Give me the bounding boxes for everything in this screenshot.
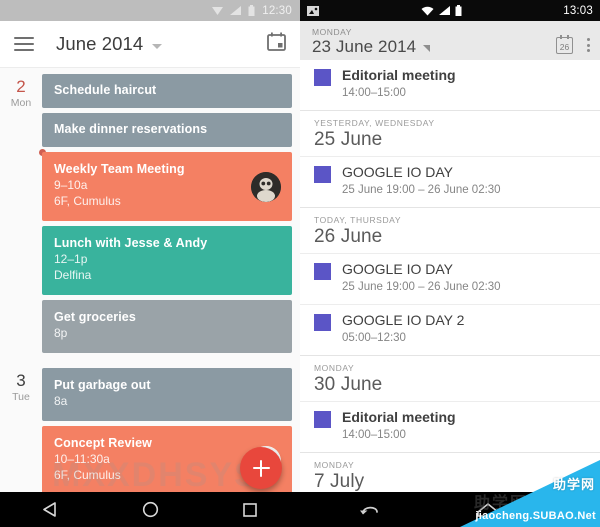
- dropdown-triangle-icon: [212, 6, 224, 15]
- screenshot-root: 12:30 June 2014 2 Mon Schedule haircut M…: [0, 0, 600, 527]
- agenda-day-of-week: MONDAY: [314, 363, 355, 373]
- agenda-event-title: Editorial meeting: [342, 409, 456, 425]
- event-card[interactable]: Make dinner reservations: [42, 113, 292, 147]
- left-clock: 12:30: [262, 4, 292, 17]
- agenda-row-text: GOOGLE IO DAY 25 June 19:00 – 26 June 02…: [342, 261, 501, 295]
- agenda-row[interactable]: Editorial meeting 14:00–15:00: [300, 60, 600, 110]
- event-card[interactable]: Get groceries 8p: [42, 300, 292, 353]
- day-group: 2 Mon Schedule haircut Make dinner reser…: [0, 68, 300, 358]
- event-location: 6F, Cumulus: [54, 194, 121, 208]
- event-card[interactable]: Schedule haircut: [42, 74, 292, 108]
- battery-icon: [248, 5, 255, 16]
- signal-icon: [438, 6, 450, 15]
- agenda-day-date: 30 June: [314, 374, 383, 395]
- right-app-bar: MONDAY 23 June 2014 26: [300, 21, 600, 60]
- watermark-corner-cn: 助学网: [552, 477, 595, 492]
- agenda-event-time: 14:00–15:00: [342, 429, 406, 441]
- calendar-color-chip: [314, 69, 331, 86]
- caret-down-icon[interactable]: [152, 43, 163, 49]
- right-day-of-week: MONDAY: [312, 27, 352, 37]
- agenda-row-text: Editorial meeting 14:00–15:00: [342, 409, 456, 443]
- event-title: Make dinner reservations: [54, 122, 208, 136]
- agenda-row-text: GOOGLE IO DAY 2 05:00–12:30: [342, 312, 464, 346]
- right-agenda-list[interactable]: Editorial meeting 14:00–15:00 YESTERDAY,…: [300, 60, 600, 527]
- wifi-icon: [421, 6, 434, 16]
- right-phone-panel: 13:03 MONDAY 23 June 2014 26 Editorial m…: [300, 0, 600, 527]
- back-arrow-icon[interactable]: [342, 492, 398, 527]
- agenda-event-title: GOOGLE IO DAY: [342, 164, 453, 180]
- triangle-down-icon[interactable]: [423, 45, 431, 52]
- event-title: Put garbage out: [54, 378, 151, 392]
- agenda-row-text: GOOGLE IO DAY 25 June 19:00 – 26 June 02…: [342, 164, 501, 198]
- agenda-row-text: Editorial meeting 14:00–15:00: [342, 67, 456, 101]
- event-title: Lunch with Jesse & Andy: [54, 236, 208, 250]
- event-time: 12–1p: [54, 252, 88, 266]
- left-title: June 2014: [56, 33, 144, 54]
- event-title: Get groceries: [54, 310, 136, 324]
- create-event-fab[interactable]: [240, 447, 282, 489]
- calendar-day-number: 26: [559, 41, 570, 52]
- left-app-bar: June 2014: [0, 21, 300, 68]
- calendar-color-chip: [314, 263, 331, 280]
- right-clock: 13:03: [563, 4, 593, 17]
- recents-square-icon[interactable]: [222, 492, 278, 527]
- event-card[interactable]: Weekly Team Meeting 9–10a 6F, Cumulus: [42, 152, 292, 221]
- day-number: 3: [16, 371, 26, 390]
- calendar-color-chip: [314, 411, 331, 428]
- home-circle-icon[interactable]: [122, 492, 178, 527]
- agenda-event-title: GOOGLE IO DAY 2: [342, 312, 465, 328]
- overflow-menu-icon[interactable]: [587, 38, 590, 52]
- event-title: Weekly Team Meeting: [54, 162, 185, 176]
- right-date-title[interactable]: MONDAY 23 June 2014: [312, 27, 416, 56]
- agenda-event-title: GOOGLE IO DAY: [342, 261, 453, 277]
- event-time: 8a: [54, 394, 68, 408]
- agenda-day-of-week: YESTERDAY, WEDNESDAY: [314, 118, 435, 128]
- day-name: Tue: [12, 391, 30, 403]
- agenda-row[interactable]: GOOGLE IO DAY 2 05:00–12:30: [300, 304, 600, 355]
- agenda-row[interactable]: GOOGLE IO DAY 25 June 19:00 – 26 June 02…: [300, 253, 600, 304]
- event-card[interactable]: Put garbage out 8a: [42, 368, 292, 421]
- agenda-event-title: Editorial meeting: [342, 67, 456, 83]
- event-card[interactable]: Lunch with Jesse & Andy 12–1p Delfina: [42, 226, 292, 295]
- event-time: 9–10a: [54, 178, 88, 192]
- event-title: Schedule haircut: [54, 83, 157, 97]
- image-icon: [307, 5, 319, 16]
- right-date: 23 June 2014: [312, 37, 417, 56]
- left-navigation-bar: [0, 492, 300, 527]
- watermark-corner: 助学网 jiaocheng.SUBAO.Net: [460, 460, 600, 527]
- day-column: 2 Mon: [0, 68, 42, 358]
- watermark-corner-en: jiaocheng.SUBAO.Net: [475, 510, 596, 522]
- event-title: Concept Review: [54, 436, 152, 450]
- agenda-event-time: 25 June 19:00 – 26 June 02:30: [342, 281, 501, 293]
- calendar-icon[interactable]: [267, 32, 286, 56]
- day-name: Mon: [10, 97, 32, 109]
- agenda-event-time: 05:00–12:30: [342, 332, 406, 344]
- agenda-day-header: MONDAY 30 June: [300, 355, 600, 401]
- calendar-color-chip: [314, 166, 331, 183]
- plus-icon: [259, 459, 263, 477]
- agenda-event-time: 25 June 19:00 – 26 June 02:30: [342, 184, 501, 196]
- signal-icon: [230, 6, 242, 15]
- agenda-day-date: 26 June: [314, 226, 383, 247]
- event-time: 8p: [54, 326, 68, 340]
- battery-icon: [455, 5, 462, 16]
- agenda-day-of-week: TODAY, THURSDAY: [314, 215, 402, 225]
- agenda-row[interactable]: Editorial meeting 14:00–15:00: [300, 401, 600, 452]
- agenda-day-date: 25 June: [314, 129, 383, 150]
- agenda-row[interactable]: GOOGLE IO DAY 25 June 19:00 – 26 June 02…: [300, 156, 600, 207]
- back-triangle-icon[interactable]: [22, 492, 78, 527]
- hamburger-menu-icon[interactable]: [14, 37, 34, 51]
- left-phone-panel: 12:30 June 2014 2 Mon Schedule haircut M…: [0, 0, 300, 527]
- day-number: 2: [16, 77, 26, 96]
- agenda-event-time: 14:00–15:00: [342, 87, 406, 99]
- agenda-day-header: YESTERDAY, WEDNESDAY 25 June: [300, 110, 600, 156]
- day-events: Schedule haircut Make dinner reservation…: [39, 68, 300, 358]
- event-location: Delfina: [54, 268, 92, 282]
- calendar-26-icon[interactable]: 26: [556, 35, 573, 54]
- avatar: [251, 171, 281, 202]
- calendar-color-chip: [314, 314, 331, 331]
- right-status-bar: 13:03: [300, 0, 600, 21]
- left-status-bar: 12:30: [0, 0, 300, 21]
- agenda-day-header: TODAY, THURSDAY 26 June: [300, 207, 600, 253]
